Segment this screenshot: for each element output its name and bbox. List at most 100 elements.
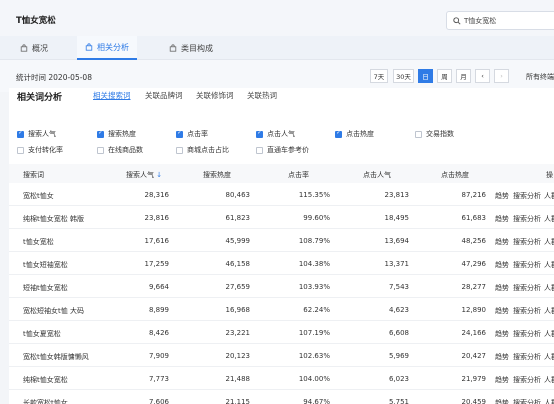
th-click-popularity[interactable]: 点击人气 (363, 170, 391, 180)
cell-value: 20,427 (461, 352, 487, 360)
checkbox-icon[interactable] (97, 146, 104, 154)
trend-link[interactable]: 趋势 (495, 375, 509, 385)
tab-category[interactable]: 类目构成 (161, 36, 221, 60)
crowd-analysis-link[interactable]: 人群分 (544, 352, 554, 362)
crowd-analysis-link[interactable]: 人群分 (544, 260, 554, 270)
th-click-rate[interactable]: 点击率 (288, 170, 309, 180)
crowd-analysis-link[interactable]: 人群分 (544, 191, 554, 201)
crowd-analysis-link[interactable]: 人群分 (544, 398, 554, 404)
cell-value: 45,999 (225, 237, 251, 245)
crowd-analysis-link[interactable]: 人群分 (544, 283, 554, 293)
search-analysis-link[interactable]: 搜索分析 (513, 283, 541, 293)
table-row[interactable]: 宽松t恤女韩版慵懒风 7,909 20,123 102.63% 5,969 20,427 趋… (9, 344, 554, 367)
table-row[interactable]: t恤女夏宽松 8,426 23,221 107.19% 6,608 24,166 趋势 搜索分… (9, 321, 554, 344)
range-30d-button[interactable]: 30天 (393, 69, 414, 83)
trend-link[interactable]: 趋势 (495, 329, 509, 339)
search-value: T恤女宽松 (464, 16, 497, 25)
option-pay-conversion[interactable]: 支付转化率 (17, 145, 63, 155)
trend-link[interactable]: 趋势 (495, 260, 509, 270)
option-label: 点击率 (187, 130, 208, 138)
checkbox-checked-icon[interactable]: ✓ (17, 130, 24, 138)
trend-link[interactable]: 趋势 (495, 237, 509, 247)
cell-value: 104.00% (298, 375, 330, 383)
option-click-rate[interactable]: ✓ 点击率 (176, 129, 208, 139)
range-day-button[interactable]: 日 (418, 69, 433, 83)
trend-link[interactable]: 趋势 (495, 398, 509, 404)
search-input[interactable]: T恤女宽松 (446, 11, 554, 30)
terminal-select[interactable]: 所有终端 (526, 72, 554, 82)
table-row[interactable]: t恤女宽松 17,616 45,999 108.79% 13,694 48,256 趋势 搜索… (9, 229, 554, 252)
cell-keyword: t恤女宽松 (23, 238, 54, 246)
cell-value: 13,694 (384, 237, 410, 245)
table-row[interactable]: 纯棉t恤女宽松 7,773 21,488 104.00% 6,023 21,979 趋势 搜索… (9, 367, 554, 390)
subtab-brand-words[interactable]: 关联品牌词 (145, 90, 183, 101)
cell-keyword: t恤女夏宽松 (23, 330, 61, 338)
range-week-button[interactable]: 周 (437, 69, 452, 83)
search-analysis-link[interactable]: 搜索分析 (513, 306, 541, 316)
search-analysis-link[interactable]: 搜索分析 (513, 398, 541, 404)
crowd-analysis-link[interactable]: 人群分 (544, 237, 554, 247)
crowd-analysis-link[interactable]: 人群分 (544, 329, 554, 339)
table-row[interactable]: 宽松t恤女 28,316 80,463 115.35% 23,813 87,216 趋势 搜索… (9, 183, 554, 206)
prev-date-button[interactable]: ‹ (475, 69, 490, 83)
search-analysis-link[interactable]: 搜索分析 (513, 237, 541, 247)
table-row[interactable]: t恤女短袖宽松 17,259 46,158 104.38% 13,371 47,296 趋势… (9, 252, 554, 275)
checkbox-checked-icon[interactable]: ✓ (97, 130, 104, 138)
search-analysis-link[interactable]: 搜索分析 (513, 214, 541, 224)
option-search-popularity[interactable]: ✓ 搜索人气 (17, 129, 56, 139)
search-analysis-link[interactable]: 搜索分析 (513, 191, 541, 201)
range-7d-button[interactable]: 7天 (370, 69, 388, 83)
checkbox-checked-icon[interactable]: ✓ (256, 130, 263, 138)
option-trade-index[interactable]: 交易指数 (415, 129, 454, 139)
next-date-button[interactable]: › (494, 69, 509, 83)
subtab-modifier-words[interactable]: 关联修饰词 (196, 90, 234, 101)
cell-value: 99.60% (303, 214, 330, 222)
trend-link[interactable]: 趋势 (495, 352, 509, 362)
subtab-related-search[interactable]: 相关搜索词 (93, 90, 131, 101)
top-bar: T恤女宽松 T恤女宽松 (0, 0, 554, 36)
th-click-heat[interactable]: 点击热度 (441, 170, 469, 180)
option-ztc-price[interactable]: 直通车参考价 (256, 145, 309, 155)
tab-overview[interactable]: 概况 (12, 36, 56, 60)
checkbox-checked-icon[interactable]: ✓ (176, 130, 183, 138)
sort-down-icon[interactable]: ↓ (156, 171, 162, 179)
checkbox-icon[interactable] (415, 130, 422, 138)
trend-link[interactable]: 趋势 (495, 306, 509, 316)
checkbox-checked-icon[interactable]: ✓ (335, 130, 342, 138)
option-mall-click-share[interactable]: 商城点击占比 (176, 145, 229, 155)
th-search-popularity[interactable]: 搜索人气 ↓ (126, 170, 162, 180)
checkbox-icon[interactable] (176, 146, 183, 154)
crowd-analysis-link[interactable]: 人群分 (544, 214, 554, 224)
subtab-hot-words[interactable]: 关联热词 (247, 90, 277, 101)
table-row[interactable]: 纯棉t恤女宽松 韩版 23,816 61,823 99.60% 18,495 61,683… (9, 206, 554, 229)
cell-value: 21,979 (461, 375, 487, 383)
option-click-popularity[interactable]: ✓ 点击人气 (256, 129, 295, 139)
cell-value: 21,488 (225, 375, 251, 383)
option-search-heat[interactable]: ✓ 搜索热度 (97, 129, 136, 139)
checkbox-icon[interactable] (17, 146, 24, 154)
crowd-analysis-link[interactable]: 人群分 (544, 375, 554, 385)
cell-value: 20,459 (461, 398, 487, 404)
trend-link[interactable]: 趋势 (495, 283, 509, 293)
table-row[interactable]: 短袖t恤女宽松 9,664 27,659 103.93% 7,543 28,277 趋势 搜索… (9, 275, 554, 298)
option-online-items[interactable]: 在线商品数 (97, 145, 143, 155)
search-analysis-link[interactable]: 搜索分析 (513, 260, 541, 270)
th-search-heat[interactable]: 搜索热度 (203, 170, 231, 180)
table-row[interactable]: 宽松短袖女t恤 大码 8,899 16,968 62.24% 4,623 12,890 趋势… (9, 298, 554, 321)
option-label: 支付转化率 (28, 146, 63, 154)
tab-related-analysis[interactable]: 相关分析 (77, 36, 137, 60)
cell-value: 61,823 (225, 214, 251, 222)
tab-label: 相关分析 (97, 42, 129, 52)
table-row[interactable]: 长款宽松t恤女 7,606 21,115 94.67% 5,751 20,459 趋势 搜索分… (9, 390, 554, 404)
search-analysis-link[interactable]: 搜索分析 (513, 352, 541, 362)
range-month-button[interactable]: 月 (456, 69, 471, 83)
search-analysis-link[interactable]: 搜索分析 (513, 329, 541, 339)
checkbox-icon[interactable] (256, 146, 263, 154)
crowd-analysis-link[interactable]: 人群分 (544, 306, 554, 316)
trend-link[interactable]: 趋势 (495, 214, 509, 224)
cell-value: 21,115 (225, 398, 251, 404)
search-analysis-link[interactable]: 搜索分析 (513, 375, 541, 385)
cell-keyword: 宽松t恤女 (23, 192, 54, 200)
option-click-heat[interactable]: ✓ 点击热度 (335, 129, 374, 139)
trend-link[interactable]: 趋势 (495, 191, 509, 201)
